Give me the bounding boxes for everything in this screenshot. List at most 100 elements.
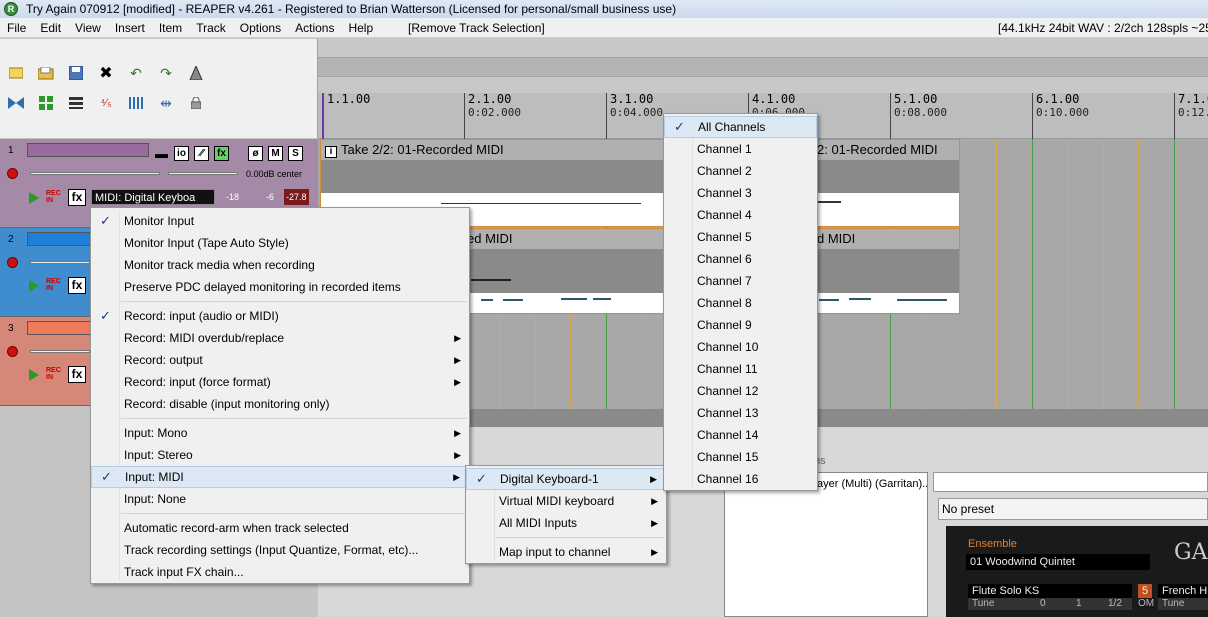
menu-item-input-stereo[interactable]: Input: Stereo ▶ bbox=[91, 444, 469, 466]
menu-item-channel-11[interactable]: Channel 11 bbox=[664, 358, 817, 380]
instrument-slot-2[interactable]: French H bbox=[1158, 584, 1208, 598]
menu-view[interactable]: View bbox=[68, 18, 108, 38]
track-fx-icon[interactable]: fx bbox=[68, 366, 86, 383]
monitor-play-icon[interactable] bbox=[29, 369, 39, 381]
track-name-field[interactable] bbox=[27, 143, 149, 157]
item-lock-icon[interactable]: ⁴⁄₅ bbox=[96, 93, 116, 113]
slot-1-tune: Tune 0 1 1/2 OM bbox=[968, 598, 1154, 610]
folder-icon[interactable]: ▬ bbox=[155, 146, 168, 161]
rec-in-icon[interactable]: REC IN bbox=[46, 278, 61, 292]
snap-icon[interactable] bbox=[126, 93, 146, 113]
volume-slider[interactable] bbox=[30, 261, 90, 264]
volume-slider[interactable] bbox=[30, 350, 90, 353]
menu-item-channel-16[interactable]: Channel 16 bbox=[664, 468, 817, 490]
menu-item-monitor-input[interactable]: ✓ Monitor Input bbox=[91, 210, 469, 232]
phase-button[interactable]: ø bbox=[248, 146, 263, 161]
tempo-strip[interactable] bbox=[318, 57, 1208, 77]
grid-icon[interactable] bbox=[36, 93, 56, 113]
menu-item-monitor-media[interactable]: Monitor track media when recording bbox=[91, 254, 469, 276]
fx-preset-input[interactable] bbox=[933, 472, 1208, 492]
menu-item-record-midi-overdub[interactable]: Record: MIDI overdub/replace ▶ bbox=[91, 327, 469, 349]
redo-icon[interactable]: ↷ bbox=[156, 63, 176, 83]
menu-item-channel-4[interactable]: Channel 4 bbox=[664, 204, 817, 226]
menu-item-channel-8[interactable]: Channel 8 bbox=[664, 292, 817, 314]
menu-item-monitor-tape[interactable]: Monitor Input (Tape Auto Style) bbox=[91, 232, 469, 254]
volume-slider[interactable] bbox=[30, 172, 160, 175]
monitor-play-icon[interactable] bbox=[29, 192, 39, 204]
menu-item-channel-7[interactable]: Channel 7 bbox=[664, 270, 817, 292]
menu-item-digital-keyboard[interactable]: ✓ Digital Keyboard-1 ▶ bbox=[466, 468, 666, 490]
mute-button[interactable]: M bbox=[268, 146, 283, 161]
menu-item-map-input-channel[interactable]: Map input to channel ▶ bbox=[466, 541, 666, 563]
project-settings-icon[interactable]: ✖ bbox=[96, 63, 116, 83]
menu-item[interactable]: Item bbox=[152, 18, 189, 38]
menu-item-channel-3[interactable]: Channel 3 bbox=[664, 182, 817, 204]
track-number: 1 bbox=[8, 145, 14, 156]
track-fx-icon[interactable]: fx bbox=[68, 277, 86, 294]
menu-item-record-output[interactable]: Record: output ▶ bbox=[91, 349, 469, 371]
open-project-icon[interactable] bbox=[36, 63, 56, 83]
menu-item-record-force-format[interactable]: Record: input (force format) ▶ bbox=[91, 371, 469, 393]
menu-item-preserve-pdc[interactable]: Preserve PDC delayed monitoring in recor… bbox=[91, 276, 469, 298]
fx-chain-list[interactable]: ayer (Multi) (Garritan)... bbox=[724, 472, 928, 617]
envelope-button[interactable]: ⁄⁄ bbox=[194, 146, 209, 161]
menu-item-channel-14[interactable]: Channel 14 bbox=[664, 424, 817, 446]
pan-slider[interactable] bbox=[168, 172, 238, 175]
menu-item-record-input[interactable]: ✓ Record: input (audio or MIDI) bbox=[91, 305, 469, 327]
menu-item-input-fx-chain[interactable]: Track input FX chain... bbox=[91, 561, 469, 583]
menu-item-auto-record-arm[interactable]: Automatic record-arm when track selected bbox=[91, 517, 469, 539]
ripple-icon[interactable] bbox=[6, 93, 26, 113]
new-project-icon[interactable] bbox=[6, 63, 26, 83]
menu-actions[interactable]: Actions bbox=[288, 18, 341, 38]
track-fx-icon[interactable]: fx bbox=[68, 189, 86, 206]
menu-track[interactable]: Track bbox=[189, 18, 233, 38]
menu-item-input-none[interactable]: Input: None bbox=[91, 488, 469, 510]
menu-edit[interactable]: Edit bbox=[33, 18, 68, 38]
rec-in-icon[interactable]: REC IN bbox=[46, 367, 61, 381]
menu-item-channel-13[interactable]: Channel 13 bbox=[664, 402, 817, 424]
menu-insert[interactable]: Insert bbox=[108, 18, 152, 38]
record-arm-button[interactable] bbox=[7, 257, 18, 268]
solo-button[interactable]: S bbox=[288, 146, 303, 161]
menu-separator bbox=[466, 534, 666, 541]
preset-dropdown[interactable]: No preset bbox=[938, 498, 1208, 520]
fx-button[interactable]: fx bbox=[214, 146, 229, 161]
menu-item-channel-2[interactable]: Channel 2 bbox=[664, 160, 817, 182]
track-input-selector[interactable]: MIDI: Digital Keyboa bbox=[91, 189, 215, 205]
save-icon[interactable] bbox=[66, 63, 86, 83]
menu-item-recording-settings[interactable]: Track recording settings (Input Quantize… bbox=[91, 539, 469, 561]
menu-item-virtual-midi-keyboard[interactable]: Virtual MIDI keyboard ▶ bbox=[466, 490, 666, 512]
metronome-icon[interactable] bbox=[186, 63, 206, 83]
menu-item-channel-15[interactable]: Channel 15 bbox=[664, 446, 817, 468]
menu-item-record-disable[interactable]: Record: disable (input monitoring only) bbox=[91, 393, 469, 415]
record-arm-button[interactable] bbox=[7, 346, 18, 357]
instrument-slot-1[interactable]: Flute Solo KS bbox=[968, 584, 1132, 598]
menu-item-channel-6[interactable]: Channel 6 bbox=[664, 248, 817, 270]
ensemble-selector[interactable]: 01 Woodwind Quintet bbox=[966, 554, 1150, 570]
menu-item-all-channels[interactable]: ✓ All Channels bbox=[664, 116, 817, 138]
monitor-play-icon[interactable] bbox=[29, 280, 39, 292]
menu-options[interactable]: Options bbox=[233, 18, 288, 38]
menu-help[interactable]: Help bbox=[341, 18, 380, 38]
menu-item-channel-12[interactable]: Channel 12 bbox=[664, 380, 817, 402]
record-arm-button[interactable] bbox=[7, 168, 18, 179]
submenu-arrow-icon: ▶ bbox=[454, 333, 461, 343]
marker-lane[interactable] bbox=[318, 77, 1208, 93]
menu-file[interactable]: File bbox=[0, 18, 33, 38]
split-icon[interactable]: ⇹ bbox=[156, 93, 176, 113]
menu-item-input-midi[interactable]: ✓ Input: MIDI ▶ bbox=[91, 466, 469, 488]
menu-item-all-midi-inputs[interactable]: All MIDI Inputs ▶ bbox=[466, 512, 666, 534]
menu-item-channel-5[interactable]: Channel 5 bbox=[664, 226, 817, 248]
undo-icon[interactable]: ↶ bbox=[126, 63, 146, 83]
io-button[interactable]: io bbox=[174, 146, 189, 161]
audio-status[interactable]: [44.1kHz 24bit WAV : 2/2ch 128spls ~25/ bbox=[998, 18, 1208, 38]
menu-item-channel-10[interactable]: Channel 10 bbox=[664, 336, 817, 358]
menu-item-channel-1[interactable]: Channel 1 bbox=[664, 138, 817, 160]
menu-item-input-mono[interactable]: Input: Mono ▶ bbox=[91, 422, 469, 444]
timeline-top-gap bbox=[318, 39, 1208, 57]
envelope-icon[interactable] bbox=[66, 93, 86, 113]
lock-icon[interactable] bbox=[186, 93, 206, 113]
brand-logo: GA bbox=[1174, 540, 1208, 565]
rec-in-icon[interactable]: REC IN bbox=[46, 190, 61, 204]
menu-item-channel-9[interactable]: Channel 9 bbox=[664, 314, 817, 336]
